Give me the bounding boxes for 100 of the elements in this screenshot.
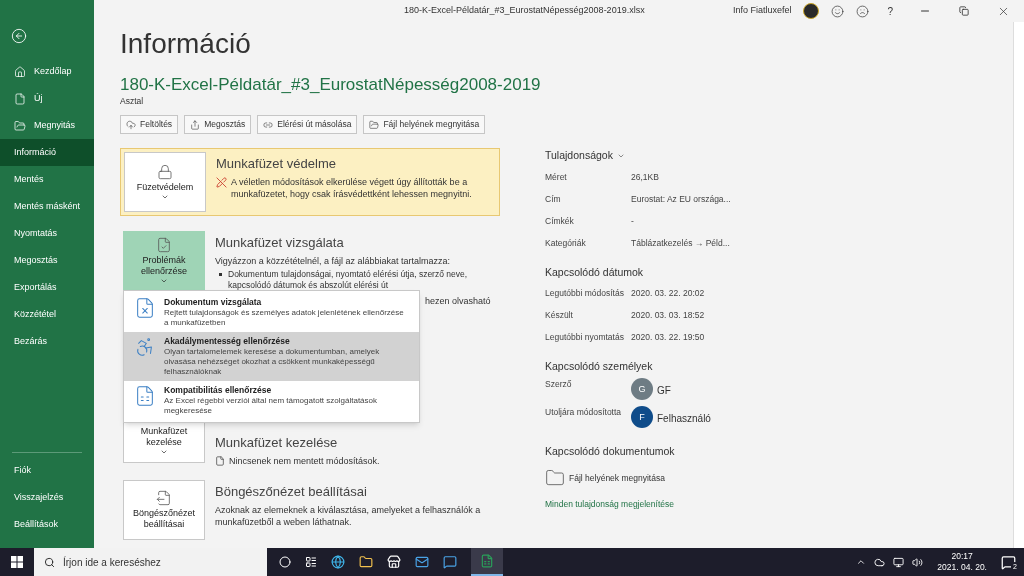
property-label: Készült — [545, 309, 574, 322]
sidebar-item-icon — [14, 92, 26, 105]
sidebar-item[interactable]: Fiók — [0, 457, 94, 484]
user-name: Info Fiatluxefel — [732, 4, 792, 18]
file-name: 180-K-Excel-Példatár_#3_EurostatNépesség2008-2019 — [120, 75, 541, 95]
protect-icon — [157, 163, 173, 180]
property-label: Címkék — [545, 215, 575, 229]
file-location: Asztal — [120, 95, 145, 107]
section-text: Nincsenek nem mentett módosítások. — [229, 455, 380, 467]
menu-item-title: Akadálymentesség ellenőrzése — [164, 336, 291, 347]
chat-icon[interactable] — [443, 555, 457, 569]
section-text: Azoknak az elemeknek a kiválasztása, amelyeket a felhasználók a munkafüzetből a weben láthatnak. — [215, 504, 482, 528]
properties-title[interactable]: Tulajdonságok — [545, 148, 613, 164]
menu-item-text: Olyan tartalomelemek keresése a dokumentumban, amelyek olvasása nehézséget okozhat a csökkent munkaképességű felhasználóknak — [164, 347, 381, 377]
sidebar-item-icon — [14, 65, 26, 78]
sidebar-item[interactable]: Visszajelzés — [0, 484, 94, 511]
section-title: Böngészőnézet beállításai — [215, 484, 368, 500]
section-text: Vigyázzon a közzétételnél, a fájl az alábbiakat tartalmazza: — [215, 255, 450, 267]
section-button[interactable]: Böngészőnézet beállításai — [123, 480, 205, 540]
spreadsheet-icon — [480, 554, 494, 568]
scrollbar[interactable] — [1013, 22, 1024, 548]
sidebar-item[interactable]: Nyomtatás — [0, 220, 94, 247]
property-value: Eurostat: Az EU országa... — [631, 193, 731, 207]
inspect-icon — [156, 237, 172, 253]
person-name: Felhasználó — [657, 412, 711, 427]
property-label: Kategóriák — [545, 237, 587, 251]
caret-icon — [160, 277, 168, 285]
caret-icon — [160, 448, 168, 456]
smile-icon[interactable] — [831, 4, 845, 18]
sidebar-item[interactable]: Közzététel — [0, 301, 94, 328]
open-location-link[interactable]: Fájl helyének megnyitása — [569, 471, 665, 485]
section-text: hezen olvasható — [425, 295, 491, 307]
menu-item[interactable]: Akadálymentesség ellenőrzése Olyan tartalomelemek keresése a dokumentumban, amelyek olvasása nehézséget okozhat a csökkent munkaképességű felhasználóknak — [124, 332, 419, 381]
windows-logo-icon[interactable] — [11, 556, 23, 568]
section-button[interactable]: Problémák ellenőrzése — [123, 231, 205, 291]
compat-icon — [134, 385, 156, 407]
sidebar-item[interactable]: Beállítások — [0, 511, 94, 538]
page-title: Információ — [120, 27, 252, 61]
folder-icon — [545, 468, 565, 488]
property-value: 2020. 03. 22. 19:50 — [631, 331, 705, 344]
mail-icon[interactable] — [415, 555, 429, 569]
network-icon[interactable] — [893, 556, 905, 568]
sidebar-item[interactable]: Exportálás — [0, 274, 94, 301]
file-action-button[interactable]: Fájl helyének megnyitása — [363, 115, 486, 134]
excel-taskbar-button[interactable] — [471, 548, 503, 576]
action-icon — [126, 119, 136, 130]
window-title: 180-K-Excel-Példatár_#3_EurostatNépesség2008-2019.xlsx — [404, 4, 645, 18]
pencil-icon — [216, 177, 227, 188]
sidebar-item[interactable]: Mentés — [0, 166, 94, 193]
file-action-button[interactable]: Elérési út másolása — [257, 115, 358, 134]
section-text: A véletlen módosítások elkerülése végett úgy állították be a munkafüzetet, hogy csak írásvédettként lehessen megnyitni. — [231, 176, 473, 200]
show-all-properties-link[interactable]: Minden tulajdonság megjelenítése — [545, 498, 825, 511]
property-value: Táblázatkezelés → Péld... — [631, 237, 730, 251]
group-title: Kapcsolódó dokumentumok — [545, 444, 676, 460]
sidebar-item[interactable]: Új — [0, 85, 94, 112]
folder-icon[interactable] — [359, 555, 373, 569]
action-icon — [369, 119, 380, 130]
file-action-button[interactable]: Megosztás — [184, 115, 252, 134]
frown-icon[interactable] — [856, 4, 870, 18]
sidebar-item[interactable]: Megosztás — [0, 247, 94, 274]
volume-icon[interactable] — [912, 556, 924, 568]
restore-icon[interactable] — [959, 6, 969, 16]
property-value: 2020. 03. 03. 18:52 — [631, 309, 705, 322]
sidebar-item[interactable]: Megnyitás — [0, 112, 94, 139]
menu-item-text: Rejtett tulajdonságok és személyes adatok jelenlétének ellenőrzése a munkafüzetben — [164, 308, 405, 328]
property-label: Utoljára módosította — [545, 406, 623, 419]
user-avatar[interactable] — [803, 3, 820, 19]
back-icon[interactable] — [11, 28, 27, 44]
section-title: Munkafüzet védelme — [216, 156, 337, 172]
person-avatar: G — [631, 378, 653, 401]
property-value: - — [631, 215, 634, 229]
cloud-icon[interactable] — [874, 556, 886, 568]
property-value: 2020. 03. 22. 20:02 — [631, 287, 705, 300]
section-button[interactable]: Füzetvédelem — [124, 152, 206, 212]
property-label: Méret — [545, 171, 568, 185]
sidebar-item[interactable]: Információ — [0, 139, 94, 166]
document-icon — [215, 456, 225, 466]
clock[interactable]: 20:17 2021. 04. 20. — [937, 551, 987, 573]
property-value: 26,1KB — [631, 171, 659, 185]
task-view-icon[interactable] — [279, 556, 291, 568]
menu-item[interactable]: Dokumentum vizsgálata Rejtett tulajdonságok és személyes adatok jelenlétének ellenőrzése a munkafüzetben — [124, 293, 419, 332]
group-title: Kapcsolódó személyek — [545, 358, 654, 374]
chevron-icon[interactable] — [856, 557, 867, 567]
bullet-text: Dokumentum tulajdonságai, nyomtató elérési útja, szerző neve, kapcsolódó dátumok és abszolút elérési út — [228, 269, 469, 291]
search-field[interactable]: Írjon ide a kereséshez — [34, 548, 267, 576]
person-avatar: F — [631, 406, 653, 429]
section-title: Munkafüzet vizsgálata — [215, 235, 345, 251]
menu-item-title: Dokumentum vizsgálata — [164, 297, 263, 308]
menu-item-title: Kompatibilitás ellenőrzése — [164, 385, 273, 396]
timeline-icon[interactable] — [305, 556, 317, 568]
sidebar-item[interactable]: Bezárás — [0, 328, 94, 355]
action-icon — [190, 119, 201, 130]
property-label: Cím — [545, 193, 562, 207]
section-title: Munkafüzet kezelése — [215, 435, 339, 451]
sidebar-item[interactable]: Mentés másként — [0, 193, 94, 220]
property-label: Legutóbbi nyomtatás — [545, 331, 625, 344]
store-icon[interactable] — [387, 555, 401, 569]
sidebar-item[interactable]: Kezdőlap — [0, 58, 94, 85]
file-action-button[interactable]: Feltöltés — [120, 115, 179, 134]
help-button[interactable]: ? — [887, 3, 893, 19]
